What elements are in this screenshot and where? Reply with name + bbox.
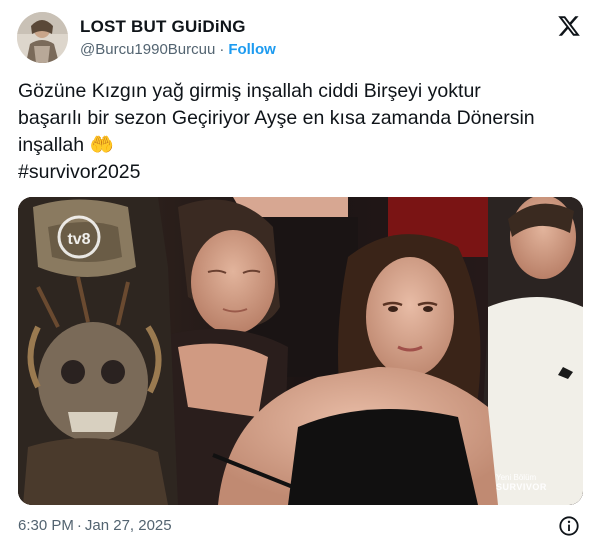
tweet-hashtag[interactable]: #survivor2025 bbox=[18, 159, 588, 186]
author-handle-line: @Burcu1990Burcuu · Follow bbox=[80, 41, 276, 58]
author-handle[interactable]: @Burcu1990Burcuu bbox=[80, 41, 215, 58]
author-avatar[interactable] bbox=[17, 12, 68, 63]
tweet-line-3-text: inşallah bbox=[18, 134, 85, 156]
tweet-timestamp[interactable]: 6:30 PM · Jan 27, 2025 bbox=[18, 517, 172, 534]
handle-separator: · bbox=[219, 41, 225, 58]
tweet-text: Gözüne Kızgın yağ girmiş inşallah ciddi … bbox=[18, 78, 588, 186]
overlay-show-name: SURVIVOR bbox=[496, 482, 547, 492]
tweet-media-image[interactable]: tv8 Yeni Bölüm SURVIVOR bbox=[18, 197, 583, 505]
tv8-logo-icon: tv8 bbox=[57, 215, 101, 259]
media-scene bbox=[18, 197, 583, 505]
tweet-line-1: Gözüne Kızgın yağ girmiş inşallah ciddi … bbox=[18, 80, 481, 102]
timestamp-separator: · bbox=[76, 517, 82, 534]
x-logo-icon[interactable] bbox=[557, 14, 581, 38]
episode-overlay: Yeni Bölüm SURVIVOR bbox=[496, 473, 547, 492]
follow-button[interactable]: Follow bbox=[228, 41, 276, 58]
avatar-image bbox=[17, 12, 68, 63]
tweet-line-3: inşallah 🤲 bbox=[18, 132, 588, 159]
info-icon[interactable] bbox=[558, 515, 580, 537]
praying-hands-emoji-icon: 🤲 bbox=[89, 134, 114, 156]
tweet-line-2: başarılı bir sezon Geçiriyor Ayşe en kıs… bbox=[18, 107, 535, 129]
tweet-date: Jan 27, 2025 bbox=[84, 517, 172, 534]
author-display-name[interactable]: LOST BUT GUiDiNG bbox=[80, 17, 246, 37]
channel-logo-text: tv8 bbox=[67, 231, 90, 248]
overlay-new-episode: Yeni Bölüm bbox=[496, 473, 537, 482]
tweet-time: 6:30 PM bbox=[18, 517, 74, 534]
